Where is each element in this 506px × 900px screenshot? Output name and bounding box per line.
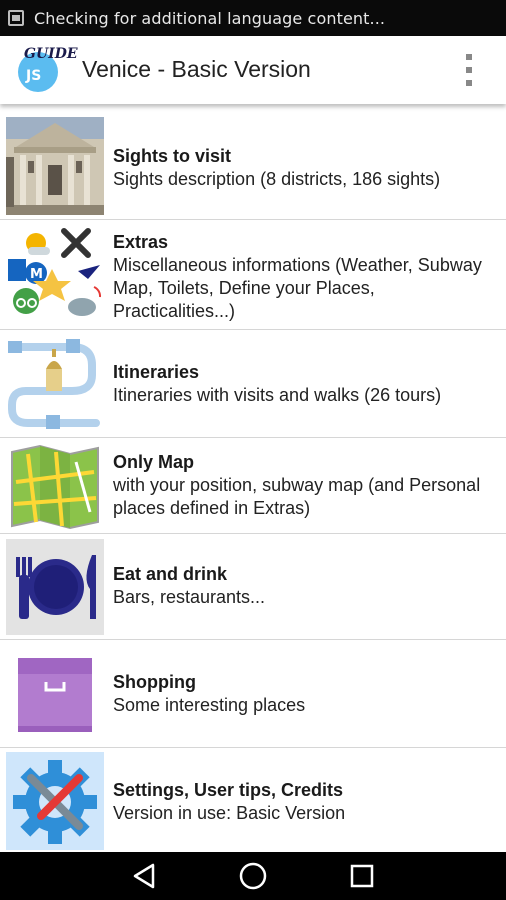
plate-cutlery-icon xyxy=(6,539,104,635)
overflow-menu-icon[interactable] xyxy=(464,54,474,86)
menu-item-desc: Itineraries with visits and walks (26 to… xyxy=(113,385,442,405)
menu-item-desc: Bars, restaurants... xyxy=(113,587,266,607)
menu-item-desc: Version in use: Basic Version xyxy=(113,803,346,823)
back-icon[interactable] xyxy=(128,860,160,892)
system-nav-bar xyxy=(0,852,506,900)
app-logo: GUIDE JS xyxy=(18,46,78,94)
menu-item-shopping[interactable]: Shopping Some interesting places xyxy=(0,640,506,748)
menu-list: Sights to visit Sights description (8 di… xyxy=(0,112,506,852)
status-notification-text: Checking for additional language content… xyxy=(34,8,386,28)
extras-collage-icon: M xyxy=(6,225,104,325)
menu-item-title: Only Map xyxy=(113,452,195,472)
menu-item-title: Extras xyxy=(113,232,169,252)
menu-item-title: Eat and drink xyxy=(113,564,228,584)
menu-item-itineraries[interactable]: Itineraries Itineraries with visits and … xyxy=(0,330,506,438)
menu-item-desc: Miscellaneous informations (Weather, Sub… xyxy=(113,255,482,321)
app-title: Venice - Basic Version xyxy=(82,56,311,82)
menu-item-settings[interactable]: Settings, User tips, Credits Version in … xyxy=(0,748,506,852)
menu-item-title: Settings, User tips, Credits xyxy=(113,780,344,800)
menu-item-title: Itineraries xyxy=(113,362,200,382)
logo-guide-text: GUIDE xyxy=(24,46,78,62)
app-bar: GUIDE JS Venice - Basic Version xyxy=(0,36,506,104)
logo-js-text: JS xyxy=(26,68,42,84)
menu-item-desc: with your position, subway map (and Pers… xyxy=(113,475,481,518)
menu-item-desc: Some interesting places xyxy=(113,695,306,715)
notification-icon xyxy=(8,10,24,26)
menu-item-sights[interactable]: Sights to visit Sights description (8 di… xyxy=(0,112,506,220)
svg-text:M: M xyxy=(30,267,43,282)
shopping-box-icon xyxy=(6,646,104,742)
menu-item-title: Shopping xyxy=(113,672,196,692)
menu-item-only-map[interactable]: Only Map with your position, subway map … xyxy=(0,438,506,534)
status-bar: Checking for additional language content… xyxy=(0,0,506,36)
menu-item-desc: Sights description (8 districts, 186 sig… xyxy=(113,169,441,189)
palace-photo xyxy=(6,117,104,215)
settings-gear-tools-icon xyxy=(6,752,104,850)
map-icon xyxy=(6,442,104,530)
menu-item-title: Sights to visit xyxy=(113,146,232,166)
menu-item-extras[interactable]: M Extras Miscellaneous informations (Wea… xyxy=(0,220,506,330)
home-icon[interactable] xyxy=(237,860,269,892)
itinerary-route-icon xyxy=(6,335,104,433)
menu-item-eat-and-drink[interactable]: Eat and drink Bars, restaurants... xyxy=(0,534,506,640)
recents-icon[interactable] xyxy=(346,860,378,892)
